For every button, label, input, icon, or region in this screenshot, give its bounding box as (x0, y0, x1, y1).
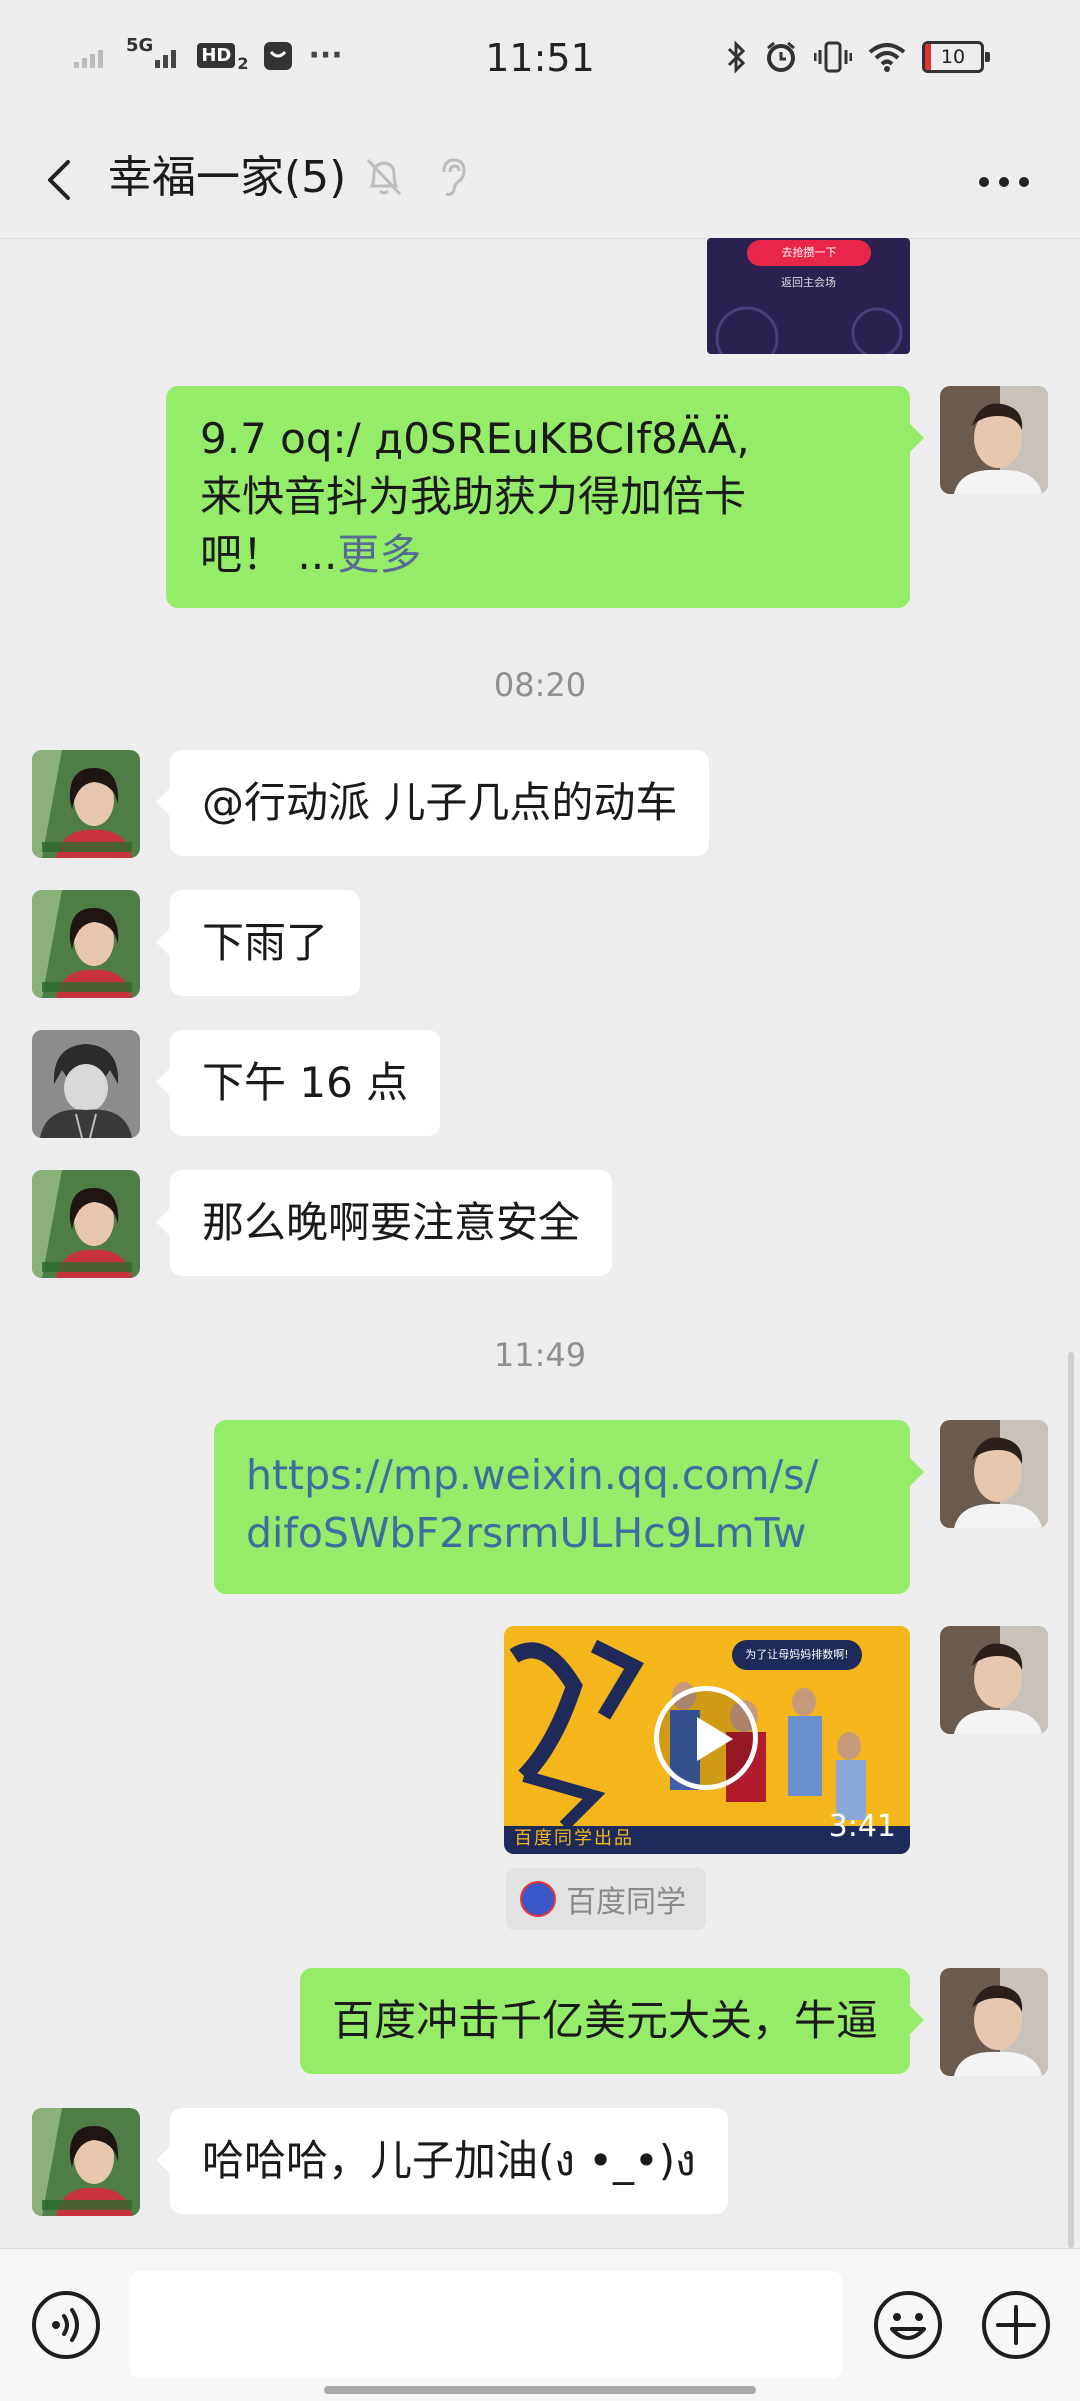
earpiece-icon (442, 158, 466, 196)
avatar-mom[interactable] (32, 2108, 140, 2216)
link-line[interactable]: difoSWbF2rsrmULHc9LmTw (246, 1504, 878, 1562)
video-duration: 3:41 (828, 1809, 896, 1844)
source-name: 百度同学 (566, 1885, 686, 1920)
more-icon[interactable] (972, 154, 1036, 210)
voice-icon[interactable] (30, 2289, 102, 2361)
chat-header: 幸福一家(5) (0, 124, 1080, 239)
message-list[interactable]: 去抢攒一下 返回主会场 9.7 oq:/ д0SREuKBCIf8ÄÄ, 来快音… (0, 238, 1080, 2248)
more-link[interactable]: 更多 (337, 530, 421, 579)
home-indicator[interactable] (324, 2386, 756, 2394)
avatar-anime[interactable] (32, 1030, 140, 1138)
message-line: 来快音抖为我助获力得加倍卡 (200, 472, 747, 521)
wifi-icon (868, 43, 906, 72)
scrollbar[interactable] (1068, 1352, 1074, 2248)
vibrate-icon (814, 41, 852, 73)
source-logo-icon (520, 1881, 556, 1917)
avatar-mom-image (32, 1170, 140, 1278)
avatar-anime-image (32, 1030, 140, 1138)
message-timestamp: 11:49 (493, 1336, 587, 1374)
link-bubble[interactable]: https://mp.weixin.qq.com/s/ difoSWbF2rsr… (214, 1420, 924, 1594)
avatar-mom[interactable] (32, 1170, 140, 1278)
battery-fill (925, 44, 931, 70)
input-bar (0, 2248, 1080, 2401)
message-bubble[interactable]: 哈哈哈，儿子加油(ง •_•)ง (156, 2108, 728, 2214)
avatar-self-image (940, 386, 1048, 494)
message-line: 吧！ ...更多 (200, 530, 422, 579)
plus-icon[interactable] (980, 2289, 1052, 2361)
avatar-mom-image (32, 890, 140, 998)
message-bubble[interactable]: 那么晚啊要注意安全 (155, 1170, 613, 1276)
message-line: 9.7 oq:/ д0SREuKBCIf8ÄÄ, (200, 414, 750, 463)
link-line[interactable]: https://mp.weixin.qq.com/s/ (246, 1446, 878, 1504)
avatar-self-image (940, 1968, 1048, 2076)
message-bubble[interactable]: 下雨了 (155, 890, 361, 996)
card-decoration (715, 306, 903, 354)
avatar-self-image (940, 1420, 1048, 1528)
alarm-icon (767, 41, 795, 72)
back-icon[interactable] (30, 148, 94, 212)
avatar-self-image (940, 1626, 1048, 1734)
mini-program-card[interactable]: 去抢攒一下 返回主会场 (707, 238, 910, 354)
video-source-tag[interactable]: 百度同学 (506, 1868, 706, 1930)
title-status-icons (364, 154, 468, 198)
mute-bell-icon (366, 158, 402, 196)
chat-title[interactable]: 幸福一家(5) (108, 146, 346, 210)
video-message[interactable]: 为了让母妈妈排数啊! 百度同学出品 3:41 (504, 1626, 910, 1854)
video-footer: 百度同学出品 (514, 1828, 634, 1849)
avatar-self[interactable] (940, 1968, 1048, 2076)
bluetooth-icon (727, 40, 746, 74)
message-timestamp: 08:20 (493, 666, 587, 704)
emoji-icon[interactable] (872, 2289, 944, 2361)
avatar-self[interactable] (940, 386, 1048, 494)
avatar-mom[interactable] (32, 890, 140, 998)
status-right: 10 (726, 40, 990, 74)
battery-indicator: 10 (922, 41, 990, 73)
status-bar: 5G HD 2 ··· 11:51 10 (0, 0, 1080, 124)
message-bubble[interactable]: 百度冲击千亿美元大关，牛逼 (299, 1968, 925, 2074)
message-bubble[interactable]: @行动派 儿子几点的动车 (155, 750, 710, 856)
message-bubble[interactable]: 9.7 oq:/ д0SREuKBCIf8ÄÄ, 来快音抖为我助获力得加倍卡 吧… (166, 386, 924, 608)
avatar-mom-image (32, 2108, 140, 2216)
avatar-self[interactable] (940, 1626, 1048, 1734)
avatar-mom-image (32, 750, 140, 858)
message-bubble[interactable]: 下午 16 点 (155, 1030, 441, 1136)
avatar-mom[interactable] (32, 750, 140, 858)
message-input[interactable] (130, 2271, 842, 2379)
play-icon[interactable] (654, 1686, 758, 1790)
video-caption: 为了让母妈妈排数啊! (745, 1648, 849, 1661)
avatar-self[interactable] (940, 1420, 1048, 1528)
